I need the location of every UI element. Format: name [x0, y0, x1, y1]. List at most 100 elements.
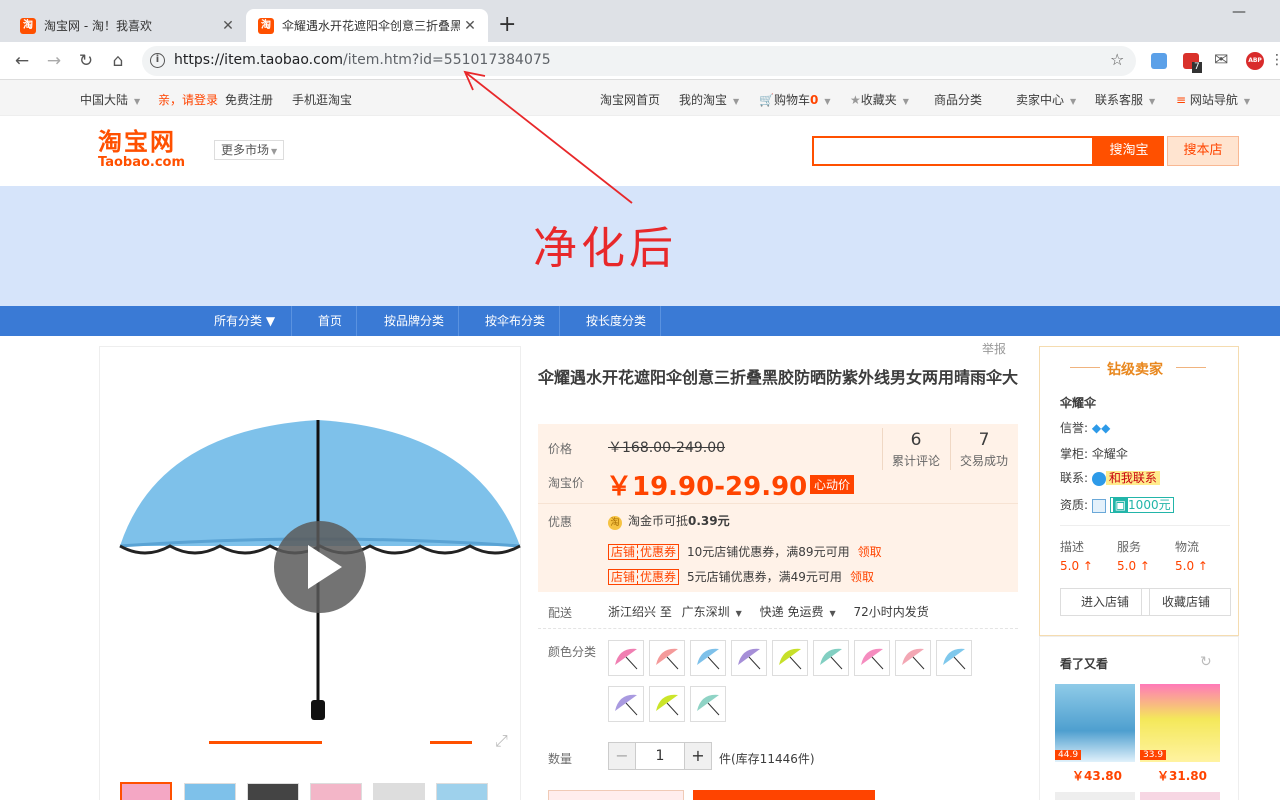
- back-arrow-icon[interactable]: ←: [10, 49, 34, 73]
- color-swatch[interactable]: [772, 640, 808, 676]
- extension-grid-icon[interactable]: [1151, 53, 1167, 69]
- related-product-image[interactable]: [1055, 792, 1135, 800]
- annotation-text: 净化后: [533, 223, 677, 274]
- fullscreen-icon[interactable]: ⤢: [495, 731, 508, 751]
- gallery-thumbnail[interactable]: [436, 783, 488, 800]
- color-swatch[interactable]: [608, 686, 644, 722]
- region-select[interactable]: 中国大陆 ▼: [80, 91, 140, 108]
- claim-coupon-link[interactable]: 领取: [850, 570, 874, 584]
- logo-cn: 淘宝网: [98, 128, 176, 156]
- favorite-shop-button[interactable]: 收藏店铺: [1141, 588, 1231, 616]
- gallery-thumbnail[interactable]: [310, 783, 362, 800]
- search-input[interactable]: [812, 136, 1094, 166]
- color-swatch[interactable]: [649, 686, 685, 722]
- site-nav-menu[interactable]: ≡ 网站导航 ▼: [1176, 91, 1250, 108]
- buy-now-button[interactable]: [548, 790, 684, 800]
- color-swatch[interactable]: [813, 640, 849, 676]
- deposit-amount: 1000元: [1128, 498, 1171, 512]
- search-shop-button[interactable]: 搜本店: [1167, 136, 1239, 166]
- qty-minus-button[interactable]: −: [609, 743, 635, 769]
- report-link[interactable]: 举报: [982, 340, 1006, 357]
- my-taobao-menu[interactable]: 我的淘宝 ▼: [679, 91, 739, 108]
- coupon-tag-shop: 店铺: [611, 545, 636, 559]
- gallery-thumbnail[interactable]: [184, 783, 236, 800]
- browser-tab-taobao-home[interactable]: 淘 淘宝网 - 淘！我喜欢 ✕: [8, 9, 246, 42]
- gallery-thumbnail[interactable]: [120, 782, 172, 800]
- taobao-logo[interactable]: 淘宝网 Taobao.com: [98, 128, 194, 172]
- category-brand[interactable]: 按品牌分类: [370, 306, 460, 336]
- url-host: https://item.taobao.com: [174, 52, 344, 68]
- categories-link[interactable]: 商品分类: [934, 91, 982, 108]
- enter-shop-button[interactable]: 进入店铺: [1060, 588, 1150, 616]
- mobile-link[interactable]: 手机逛淘宝: [292, 91, 352, 108]
- category-home[interactable]: 首页: [304, 306, 358, 336]
- manager-row: 掌柜: 伞耀伞: [1060, 445, 1128, 462]
- color-swatch[interactable]: [895, 640, 931, 676]
- color-swatch[interactable]: [690, 640, 726, 676]
- site-info-icon[interactable]: i: [150, 53, 165, 68]
- delivery-time: 72小时内发货: [853, 605, 929, 619]
- taobao-favicon-icon: 淘: [258, 17, 274, 34]
- delivery-destination-select[interactable]: 广东深圳 ▼: [682, 605, 742, 619]
- more-markets-dropdown[interactable]: 更多市场 ▼: [214, 140, 285, 160]
- gallery-progress-bar: [430, 741, 472, 744]
- chevron-down-icon: ▼: [1149, 97, 1156, 106]
- browser-menu-icon[interactable]: ⋮: [1270, 52, 1280, 68]
- deposit-badge[interactable]: ▣ 1000元: [1109, 497, 1174, 513]
- add-to-cart-button[interactable]: [693, 790, 875, 800]
- contact-button[interactable]: 和我联系: [1105, 471, 1160, 485]
- seller-center-menu[interactable]: 卖家中心 ▼: [1016, 91, 1076, 108]
- reload-icon[interactable]: ↻: [74, 49, 98, 73]
- arrow-up-icon: ↑: [1082, 559, 1093, 573]
- category-all[interactable]: 所有分类 ▼: [200, 306, 293, 336]
- related-product-image[interactable]: [1140, 792, 1220, 800]
- delivery-mode-select[interactable]: 快递 免运费 ▼: [760, 605, 836, 619]
- adblock-icon[interactable]: ABP: [1246, 52, 1264, 70]
- chevron-down-icon: ▼: [1243, 97, 1251, 106]
- color-swatch[interactable]: [608, 640, 644, 676]
- cart-menu[interactable]: 🛒购物车0 ▼: [759, 91, 830, 108]
- menu-icon: ≡: [1176, 93, 1187, 107]
- refresh-icon[interactable]: ↻: [1200, 654, 1212, 670]
- coupon-tag-type: 优惠券: [637, 545, 677, 559]
- category-fabric[interactable]: 按伞布分类: [471, 306, 561, 336]
- claim-coupon-link[interactable]: 领取: [858, 545, 882, 559]
- color-label: 颜色分类: [548, 645, 597, 659]
- close-tab-icon[interactable]: ✕: [460, 18, 480, 34]
- favorites-menu[interactable]: ★收藏夹 ▼: [850, 91, 909, 108]
- home-icon[interactable]: ⌂: [106, 49, 130, 73]
- browser-tab-product[interactable]: 淘 伞耀遇水开花遮阳伞创意三折叠黑胶防晒防紫外线男女两用晴雨伞大 ✕: [246, 9, 488, 42]
- gallery-thumbnail[interactable]: [373, 783, 425, 800]
- close-tab-icon[interactable]: ✕: [218, 18, 238, 34]
- bookmark-star-icon[interactable]: ☆: [1110, 50, 1124, 69]
- color-swatch[interactable]: [936, 640, 972, 676]
- qty-input[interactable]: 1: [635, 743, 685, 769]
- more-markets-label: 更多市场: [221, 143, 270, 157]
- login-link[interactable]: 亲，请登录: [158, 91, 218, 108]
- reviews-stat[interactable]: 6 累计评论: [882, 430, 950, 469]
- forward-arrow-icon[interactable]: →: [42, 49, 66, 73]
- annotation-arrow: [463, 70, 633, 204]
- umbrella-product-image[interactable]: [118, 400, 522, 730]
- qty-plus-button[interactable]: +: [685, 743, 711, 769]
- category-length[interactable]: 按长度分类: [572, 306, 662, 336]
- id-card-icon[interactable]: [1091, 498, 1106, 513]
- shop-name[interactable]: 伞耀伞: [1060, 394, 1096, 411]
- mail-icon[interactable]: ✉: [1214, 50, 1228, 70]
- color-swatch[interactable]: [854, 640, 890, 676]
- service-menu[interactable]: 联系客服 ▼: [1095, 91, 1155, 108]
- color-swatch[interactable]: [649, 640, 685, 676]
- gallery-thumbnail[interactable]: [247, 783, 299, 800]
- new-tab-button[interactable]: +: [498, 12, 516, 37]
- coupon-row: 店铺 优惠券 10元店铺优惠券，满89元可用 领取: [608, 543, 882, 560]
- color-swatch[interactable]: [731, 640, 767, 676]
- register-link[interactable]: 免费注册: [225, 91, 273, 108]
- coin-text: 淘金币可抵: [628, 514, 689, 528]
- window-minimize-icon[interactable]: —: [1232, 4, 1246, 20]
- color-swatch[interactable]: [690, 686, 726, 722]
- score-number: 5.0: [1175, 559, 1195, 573]
- trades-stat: 7 交易成功: [950, 430, 1018, 469]
- search-taobao-button[interactable]: 搜淘宝: [1094, 136, 1164, 166]
- coupon-row: 店铺 优惠券 5元店铺优惠券，满49元可用 领取: [608, 568, 874, 585]
- score-value: 5.0 ↑: [1060, 559, 1093, 573]
